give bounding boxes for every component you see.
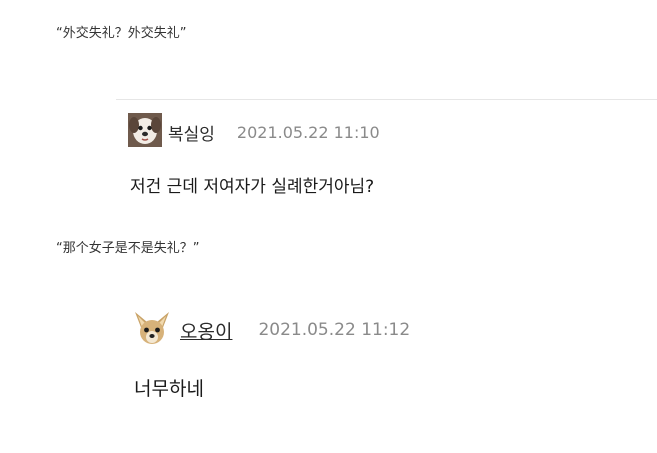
comment-header: 오옹이 2021.05.22 11:12 bbox=[132, 310, 632, 350]
comment-text: 저건 근데 저여자가 실례한거아님? bbox=[130, 177, 375, 197]
comment-item: 오옹이 2021.05.22 11:12 너무하네 bbox=[132, 310, 632, 410]
comment-header: 복실잉 2021.05.22 11:10 bbox=[128, 112, 628, 152]
comment-username[interactable]: 오옹이 bbox=[180, 317, 232, 344]
comment-timestamp: 2021.05.22 11:12 bbox=[258, 320, 411, 340]
caption-text: “那个女子是不是失礼？” bbox=[56, 241, 200, 256]
comment-item: 복실잉 2021.05.22 11:10 저건 근데 저여자가 실례한거아님? bbox=[128, 112, 628, 202]
caption-text: “外交失礼？外交失礼” bbox=[56, 26, 187, 41]
puppy-face-icon[interactable] bbox=[128, 113, 162, 151]
comment-username[interactable]: 복실잉 bbox=[168, 120, 215, 145]
chihuahua-face-icon[interactable] bbox=[132, 308, 172, 352]
comment-timestamp: 2021.05.22 11:10 bbox=[236, 122, 380, 142]
comment-divider bbox=[116, 99, 657, 100]
comment-text: 너무하네 bbox=[134, 378, 204, 400]
